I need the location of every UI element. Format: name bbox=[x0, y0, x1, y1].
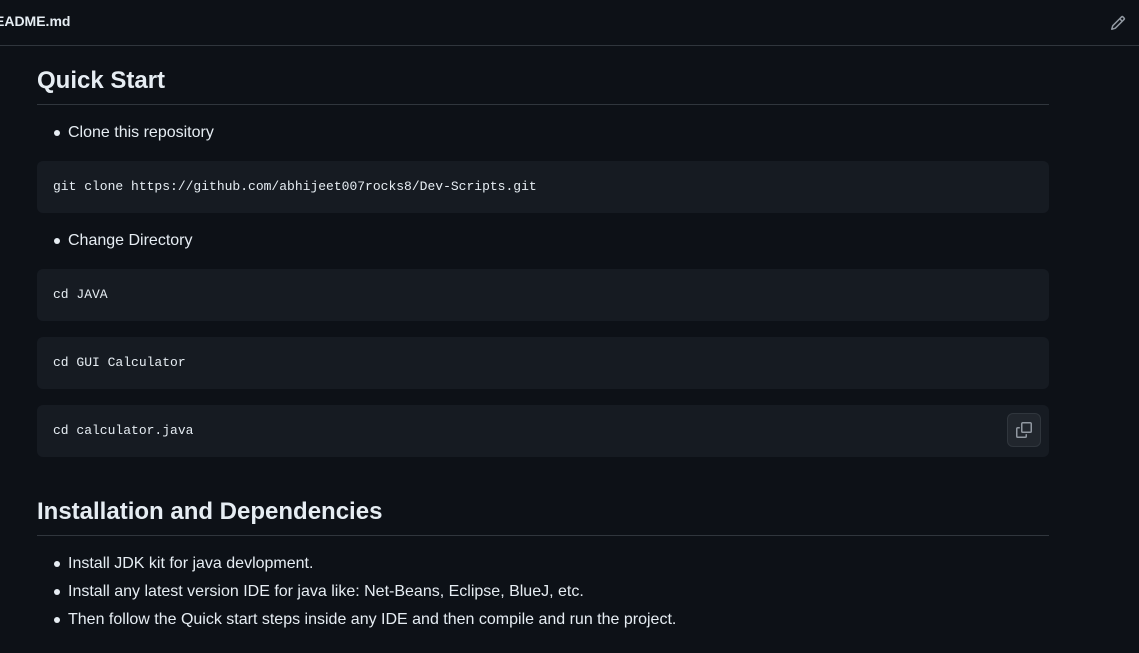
bullet-icon bbox=[54, 617, 60, 623]
file-name: EADME.md bbox=[0, 13, 71, 29]
pencil-icon bbox=[1110, 15, 1126, 31]
list-item: Change Directory bbox=[37, 231, 1049, 251]
code-text: cd GUI Calculator bbox=[53, 355, 186, 370]
copy-button[interactable] bbox=[1007, 413, 1041, 447]
list-item-text: Install JDK kit for java devlopment. bbox=[68, 555, 314, 572]
code-block-cd-calculator[interactable]: cd calculator.java bbox=[37, 405, 1049, 457]
clone-list: Clone this repository bbox=[37, 123, 1049, 143]
list-item: Then follow the Quick start steps inside… bbox=[37, 610, 1049, 630]
list-item-text: Change Directory bbox=[68, 232, 193, 249]
code-block-clone[interactable]: git clone https://github.com/abhijeet007… bbox=[37, 161, 1049, 213]
file-header: EADME.md bbox=[0, 0, 1139, 46]
code-text: cd calculator.java bbox=[53, 423, 194, 438]
bullet-icon bbox=[54, 130, 60, 136]
list-item: Install any latest version IDE for java … bbox=[37, 582, 1049, 602]
bullet-icon bbox=[54, 561, 60, 567]
bullet-icon bbox=[54, 589, 60, 595]
installation-list: Install JDK kit for java devlopment. Ins… bbox=[37, 554, 1049, 630]
installation-heading: Installation and Dependencies bbox=[37, 497, 1049, 536]
code-text: git clone https://github.com/abhijeet007… bbox=[53, 179, 537, 194]
quick-start-heading: Quick Start bbox=[37, 66, 1049, 105]
list-item-text: Install any latest version IDE for java … bbox=[68, 583, 584, 600]
list-item: Clone this repository bbox=[37, 123, 1049, 143]
directory-list: Change Directory bbox=[37, 231, 1049, 251]
readme-content: Quick Start Clone this repository git cl… bbox=[37, 46, 1049, 630]
list-item: Install JDK kit for java devlopment. bbox=[37, 554, 1049, 574]
list-item-text: Clone this repository bbox=[68, 124, 214, 141]
bullet-icon bbox=[54, 238, 60, 244]
edit-file-button[interactable] bbox=[1106, 11, 1130, 35]
code-text: cd JAVA bbox=[53, 287, 108, 302]
list-item-text: Then follow the Quick start steps inside… bbox=[68, 611, 677, 628]
code-block-cd-java[interactable]: cd JAVA bbox=[37, 269, 1049, 321]
copy-icon bbox=[1016, 422, 1032, 438]
code-block-cd-gui[interactable]: cd GUI Calculator bbox=[37, 337, 1049, 389]
